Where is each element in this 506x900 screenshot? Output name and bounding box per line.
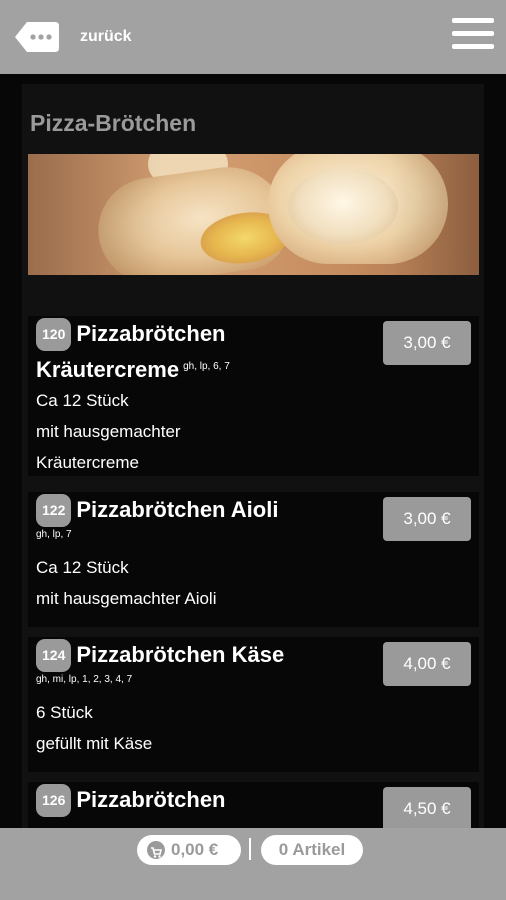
top-bar: zurück: [0, 0, 506, 74]
hamburger-menu-icon[interactable]: [452, 18, 494, 54]
item-title-line2: Kräutercreme gh, lp, 6, 7: [36, 351, 376, 385]
menu-item-120[interactable]: 120 Pizzabrötchen Kräutercreme gh, lp, 6, …: [28, 316, 479, 476]
menu-item-124[interactable]: 124 Pizzabrötchen Käse gh, mi, lp, 1, 2, …: [28, 637, 479, 772]
item-name: Pizzabrötchen Käse: [76, 642, 285, 667]
item-description-line: Kräutercreme: [36, 453, 139, 472]
item-description-line: mit hausgemachter Aioli: [36, 589, 217, 608]
item-text: 126 Pizzabrötchen: [36, 784, 376, 817]
back-label[interactable]: zurück: [80, 28, 132, 46]
item-number-badge: 120: [36, 318, 72, 351]
category-title: Pizza-Brötchen: [30, 110, 197, 136]
item-name: Pizzabrötchen: [76, 787, 226, 812]
add-to-cart-price-button[interactable]: 4,00 €: [383, 642, 471, 686]
add-to-cart-price-button[interactable]: 3,00 €: [383, 497, 471, 541]
item-name-line2: Kräutercreme: [36, 357, 180, 382]
item-description-line: gefüllt mit Käse: [36, 734, 153, 753]
item-title: 126 Pizzabrötchen: [36, 784, 376, 817]
menu-bar: [452, 44, 494, 49]
cart-articles-button[interactable]: 0 Artikel: [261, 835, 363, 865]
cart-total: 0,00 €: [171, 840, 219, 859]
item-description-line: Ca 12 Stück: [36, 558, 129, 577]
item-description-line: 6 Stück: [36, 703, 93, 722]
item-number-badge: 124: [36, 639, 72, 672]
item-allergens: gh, lp, 6, 7: [183, 361, 230, 372]
add-to-cart-price-button[interactable]: 3,00 €: [383, 321, 471, 365]
menu-bar: [452, 18, 494, 23]
cart-total-button[interactable]: 0,00 €: [137, 835, 241, 865]
item-description-line: Ca 12 Stück: [36, 391, 129, 410]
menu-content[interactable]: Pizza-Brötchen 120 Pizzabrötchen Kräuterc…: [0, 74, 506, 828]
ellipsis-back-icon: [15, 22, 59, 52]
item-title: 122 Pizzabrötchen Aioli: [36, 494, 376, 527]
category-panel: Pizza-Brötchen 120 Pizzabrötchen Kräuterc…: [22, 84, 484, 828]
item-number-badge: 122: [36, 494, 72, 527]
item-title: 124 Pizzabrötchen Käse: [36, 639, 376, 672]
menu-item-122[interactable]: 122 Pizzabrötchen Aioli gh, lp, 7 Ca 12 S…: [28, 492, 479, 627]
item-number-badge: 126: [36, 784, 72, 817]
item-description-line: mit hausgemachter: [36, 422, 181, 441]
cart-icon: [147, 841, 165, 859]
pizza-rolls-photo: [28, 154, 479, 275]
cart-divider: [249, 838, 251, 860]
item-allergens: gh, lp, 7: [36, 529, 72, 540]
back-button[interactable]: [13, 20, 61, 54]
item-name-line1: Pizzabrötchen: [76, 321, 226, 346]
photo-shade: [28, 154, 479, 275]
item-text: 120 Pizzabrötchen Kräutercreme gh, lp, 6, …: [36, 318, 376, 478]
cart-bar: 0,00 € 0 Artikel: [0, 828, 506, 900]
add-to-cart-price-button[interactable]: 4,50 €: [383, 787, 471, 828]
item-title: 120 Pizzabrötchen: [36, 318, 376, 351]
item-name: Pizzabrötchen Aioli: [76, 497, 279, 522]
item-text: 122 Pizzabrötchen Aioli gh, lp, 7 Ca 12 S…: [36, 494, 376, 614]
menu-item-126[interactable]: 126 Pizzabrötchen 4,50 €: [28, 782, 479, 828]
item-allergens: gh, mi, lp, 1, 2, 3, 4, 7: [36, 674, 133, 685]
menu-bar: [452, 31, 494, 36]
cart-icon-glyph: [151, 847, 163, 858]
item-text: 124 Pizzabrötchen Käse gh, mi, lp, 1, 2, …: [36, 639, 376, 759]
